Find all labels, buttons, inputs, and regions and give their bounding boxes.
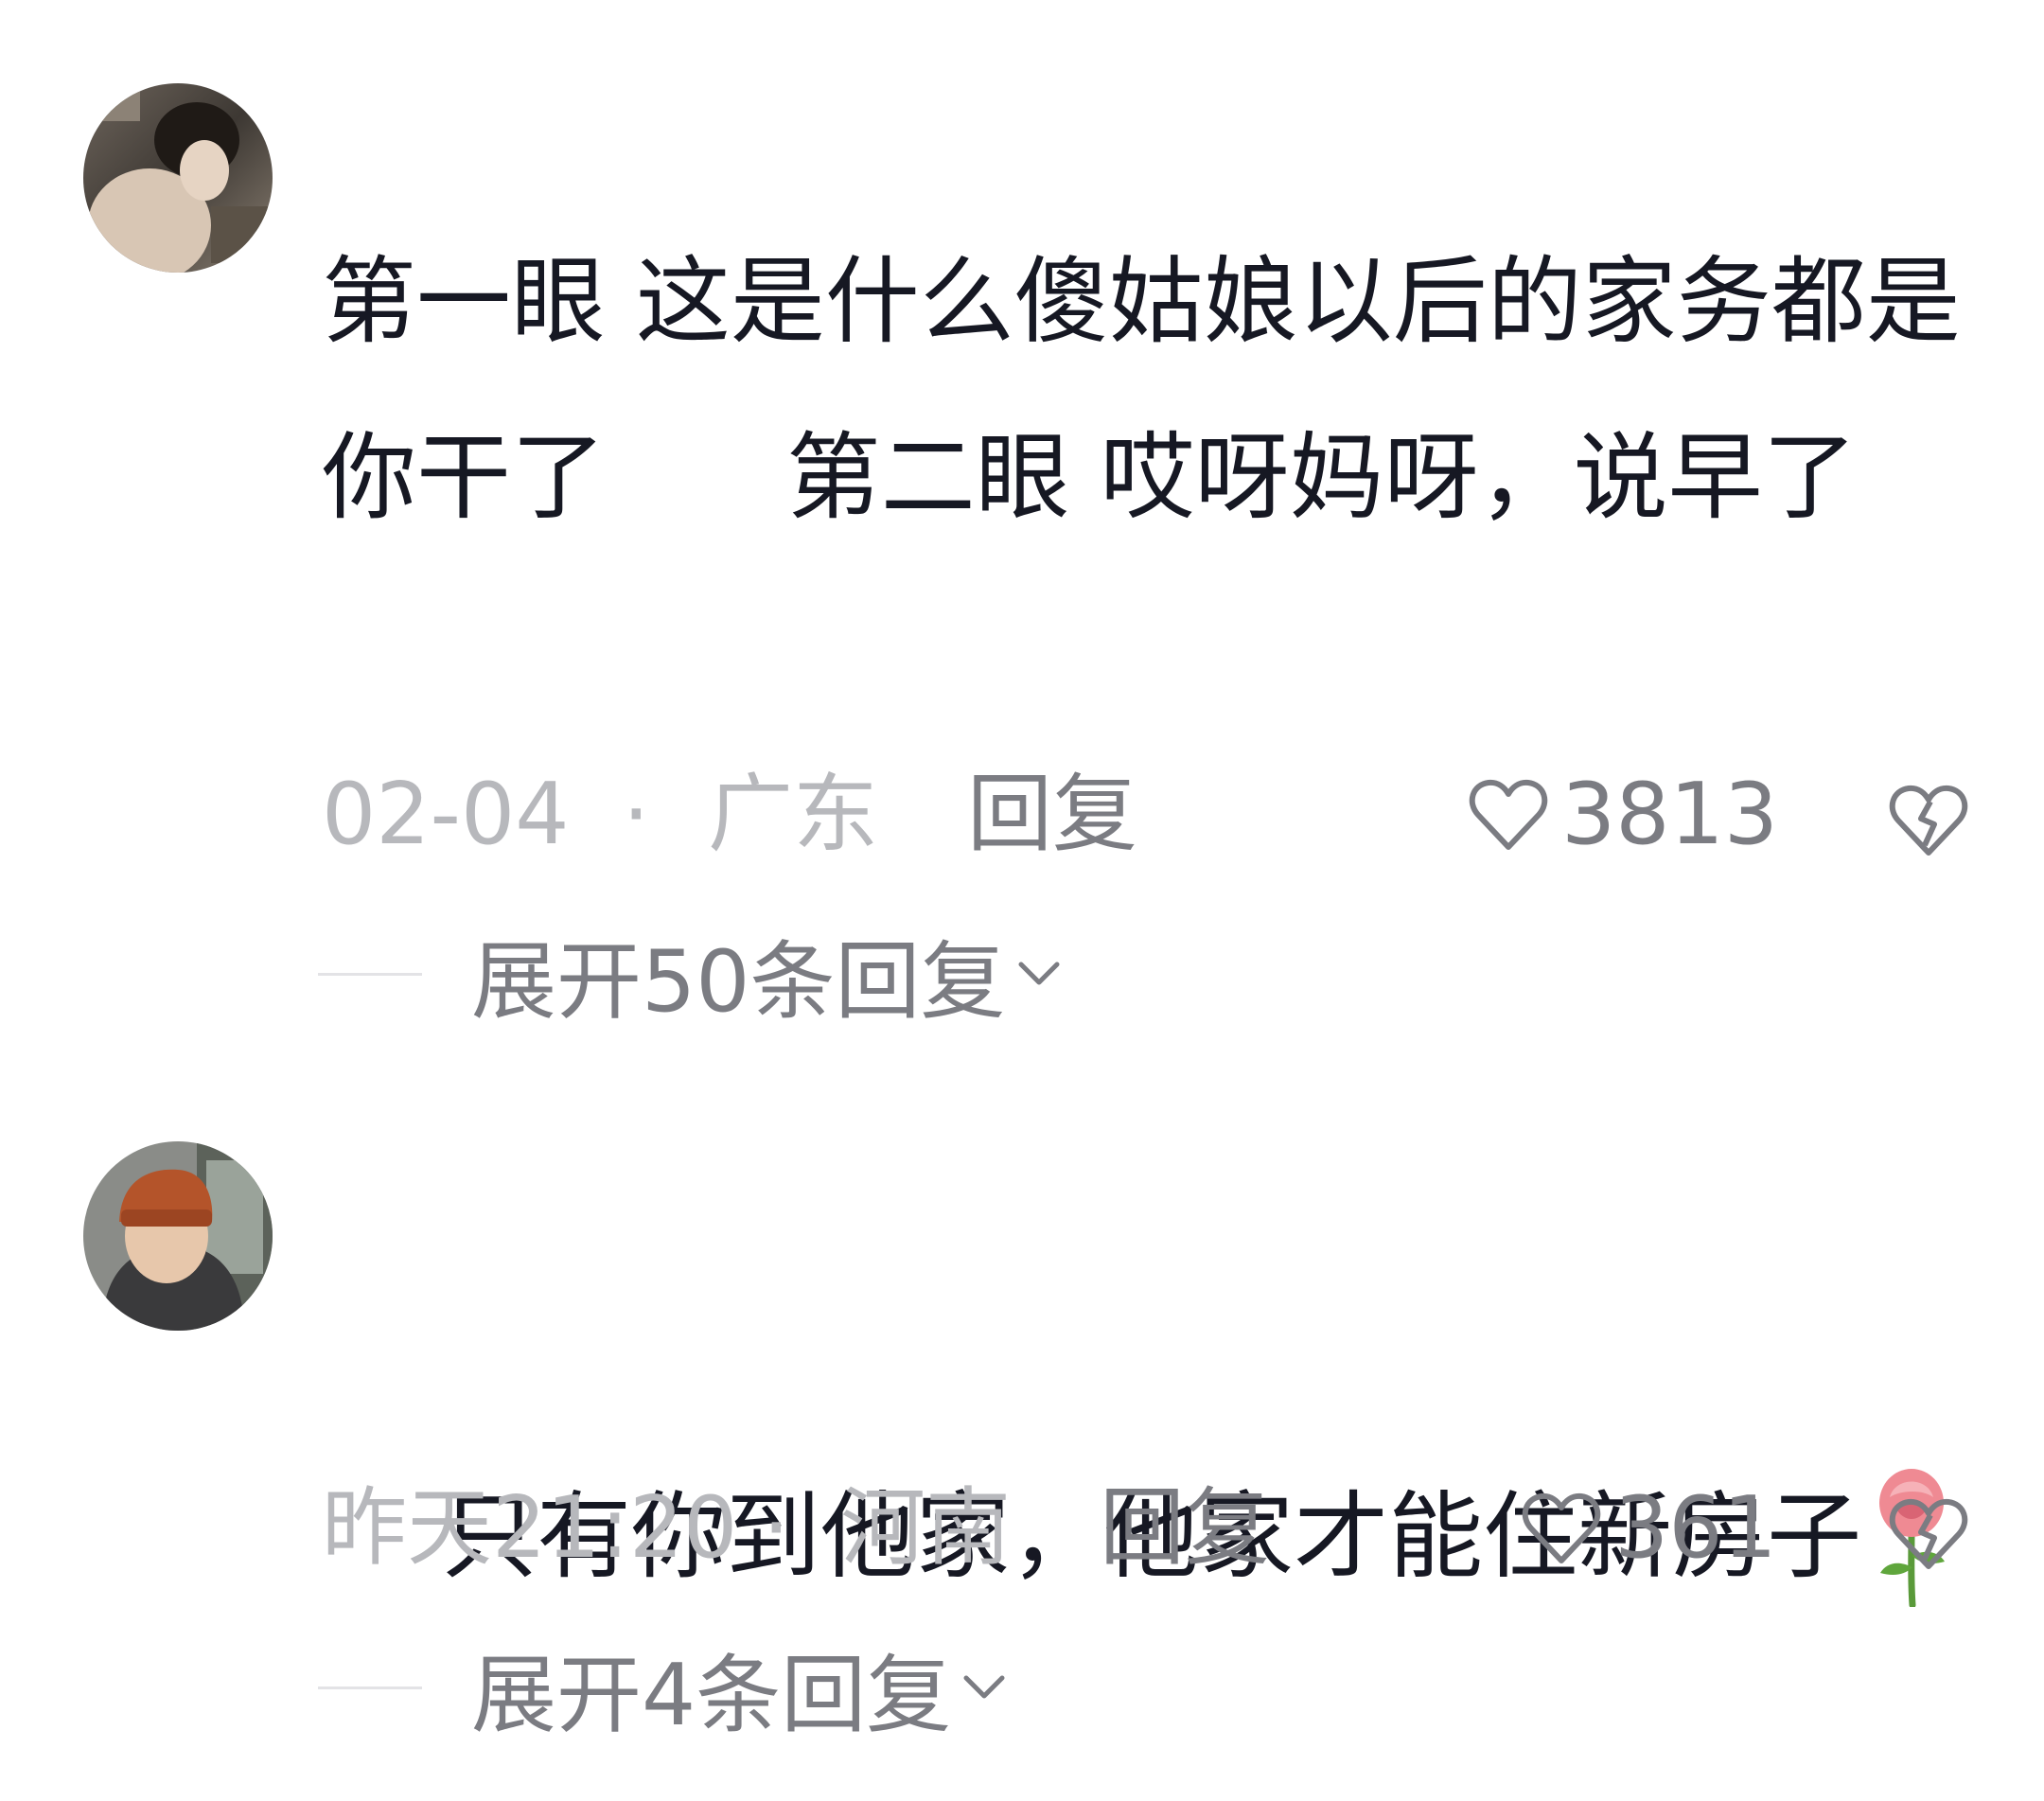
divider-line (318, 972, 422, 976)
chevron-down-icon (1018, 962, 1060, 985)
meta-separator: · (763, 1478, 790, 1578)
broken-heart-icon (1889, 1498, 1968, 1569)
like-button[interactable]: 3813 (1469, 763, 1778, 867)
comment-text: 第一眼 这是什么傻姑娘以后的家务都是你干了 第二眼 哎呀妈呀，说早了 (322, 246, 1961, 533)
expand-replies-button[interactable]: 展开4条回复 (318, 1635, 1008, 1745)
comment-meta: 02-04 · 广东 回复 3813 (322, 763, 1968, 867)
comment-region: 广东 (708, 765, 878, 864)
like-count: 3813 (1561, 765, 1779, 864)
comment-date: 02-04 (322, 765, 570, 864)
divider-line (318, 1686, 422, 1689)
comment-meta: 昨天21:20 · 河南 回复 361 (322, 1476, 1968, 1580)
chevron-down-icon (963, 1675, 1005, 1699)
user-avatar[interactable] (83, 83, 273, 273)
expand-replies-button[interactable]: 展开50条回复 (318, 922, 1063, 1032)
dislike-button[interactable] (1889, 778, 1968, 882)
like-button[interactable]: 361 (1522, 1476, 1777, 1580)
broken-heart-icon (1889, 785, 1968, 856)
comment-region: 河南 (840, 1478, 1011, 1578)
heart-outline-icon (1522, 1492, 1601, 1563)
reply-button[interactable]: 回复 (1100, 1476, 1270, 1580)
like-count: 361 (1614, 1478, 1777, 1578)
user-avatar[interactable] (83, 1141, 273, 1331)
expand-replies-label: 展开50条回复 (471, 932, 1006, 1032)
expand-replies-label: 展开4条回复 (471, 1646, 952, 1745)
dislike-button[interactable] (1889, 1492, 1968, 1596)
meta-separator: · (623, 765, 650, 864)
reply-button[interactable]: 回复 (967, 763, 1137, 867)
heart-outline-icon (1469, 779, 1548, 850)
comment-date: 昨天21:20 (322, 1478, 738, 1578)
